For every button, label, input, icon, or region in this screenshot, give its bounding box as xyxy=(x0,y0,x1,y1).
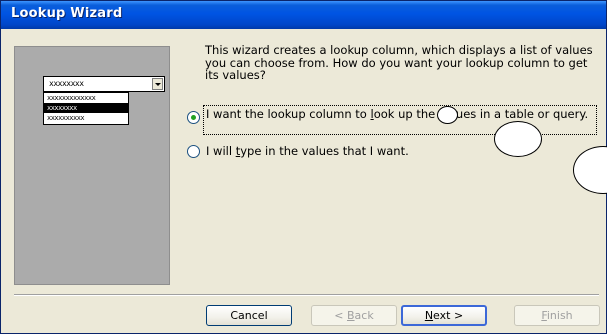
chevron-down-icon xyxy=(152,78,163,90)
window-title: Lookup Wizard xyxy=(11,6,123,21)
preview-list: xxxxxxxxxxxxx xxxxxxxx xxxxxxxxxx xyxy=(43,92,129,125)
title-bar[interactable]: Lookup Wizard xyxy=(1,1,606,29)
option-type-values-radio[interactable] xyxy=(187,145,200,158)
back-button[interactable]: < Back xyxy=(311,305,397,326)
option-table-query-label[interactable]: I want the lookup column to look up the … xyxy=(206,107,596,121)
lookup-wizard-dialog: Lookup Wizard xxxxxxxx xxxxxxxxxxxxx xxx… xyxy=(0,0,607,334)
preview-list-item-selected: xxxxxxxx xyxy=(44,103,128,113)
wizard-description: This wizard creates a lookup column, whi… xyxy=(205,43,593,82)
preview-list-item: xxxxxxxxxxxxx xyxy=(47,94,96,102)
preview-combo-box: xxxxxxxx xyxy=(43,76,165,92)
preview-panel: xxxxxxxx xxxxxxxxxxxxx xxxxxxxx xxxxxxxx… xyxy=(14,46,170,285)
finish-button[interactable]: Finish xyxy=(514,305,600,326)
option-table-query-radio[interactable] xyxy=(187,111,200,124)
marker-circle-small xyxy=(437,106,458,124)
preview-combo-value: xxxxxxxx xyxy=(49,79,84,88)
next-button[interactable]: Next > xyxy=(401,305,487,326)
preview-list-item: xxxxxxxxxx xyxy=(47,114,85,122)
button-separator xyxy=(14,294,599,296)
cancel-button[interactable]: Cancel xyxy=(206,305,292,326)
marker-circle-medium xyxy=(494,121,542,157)
